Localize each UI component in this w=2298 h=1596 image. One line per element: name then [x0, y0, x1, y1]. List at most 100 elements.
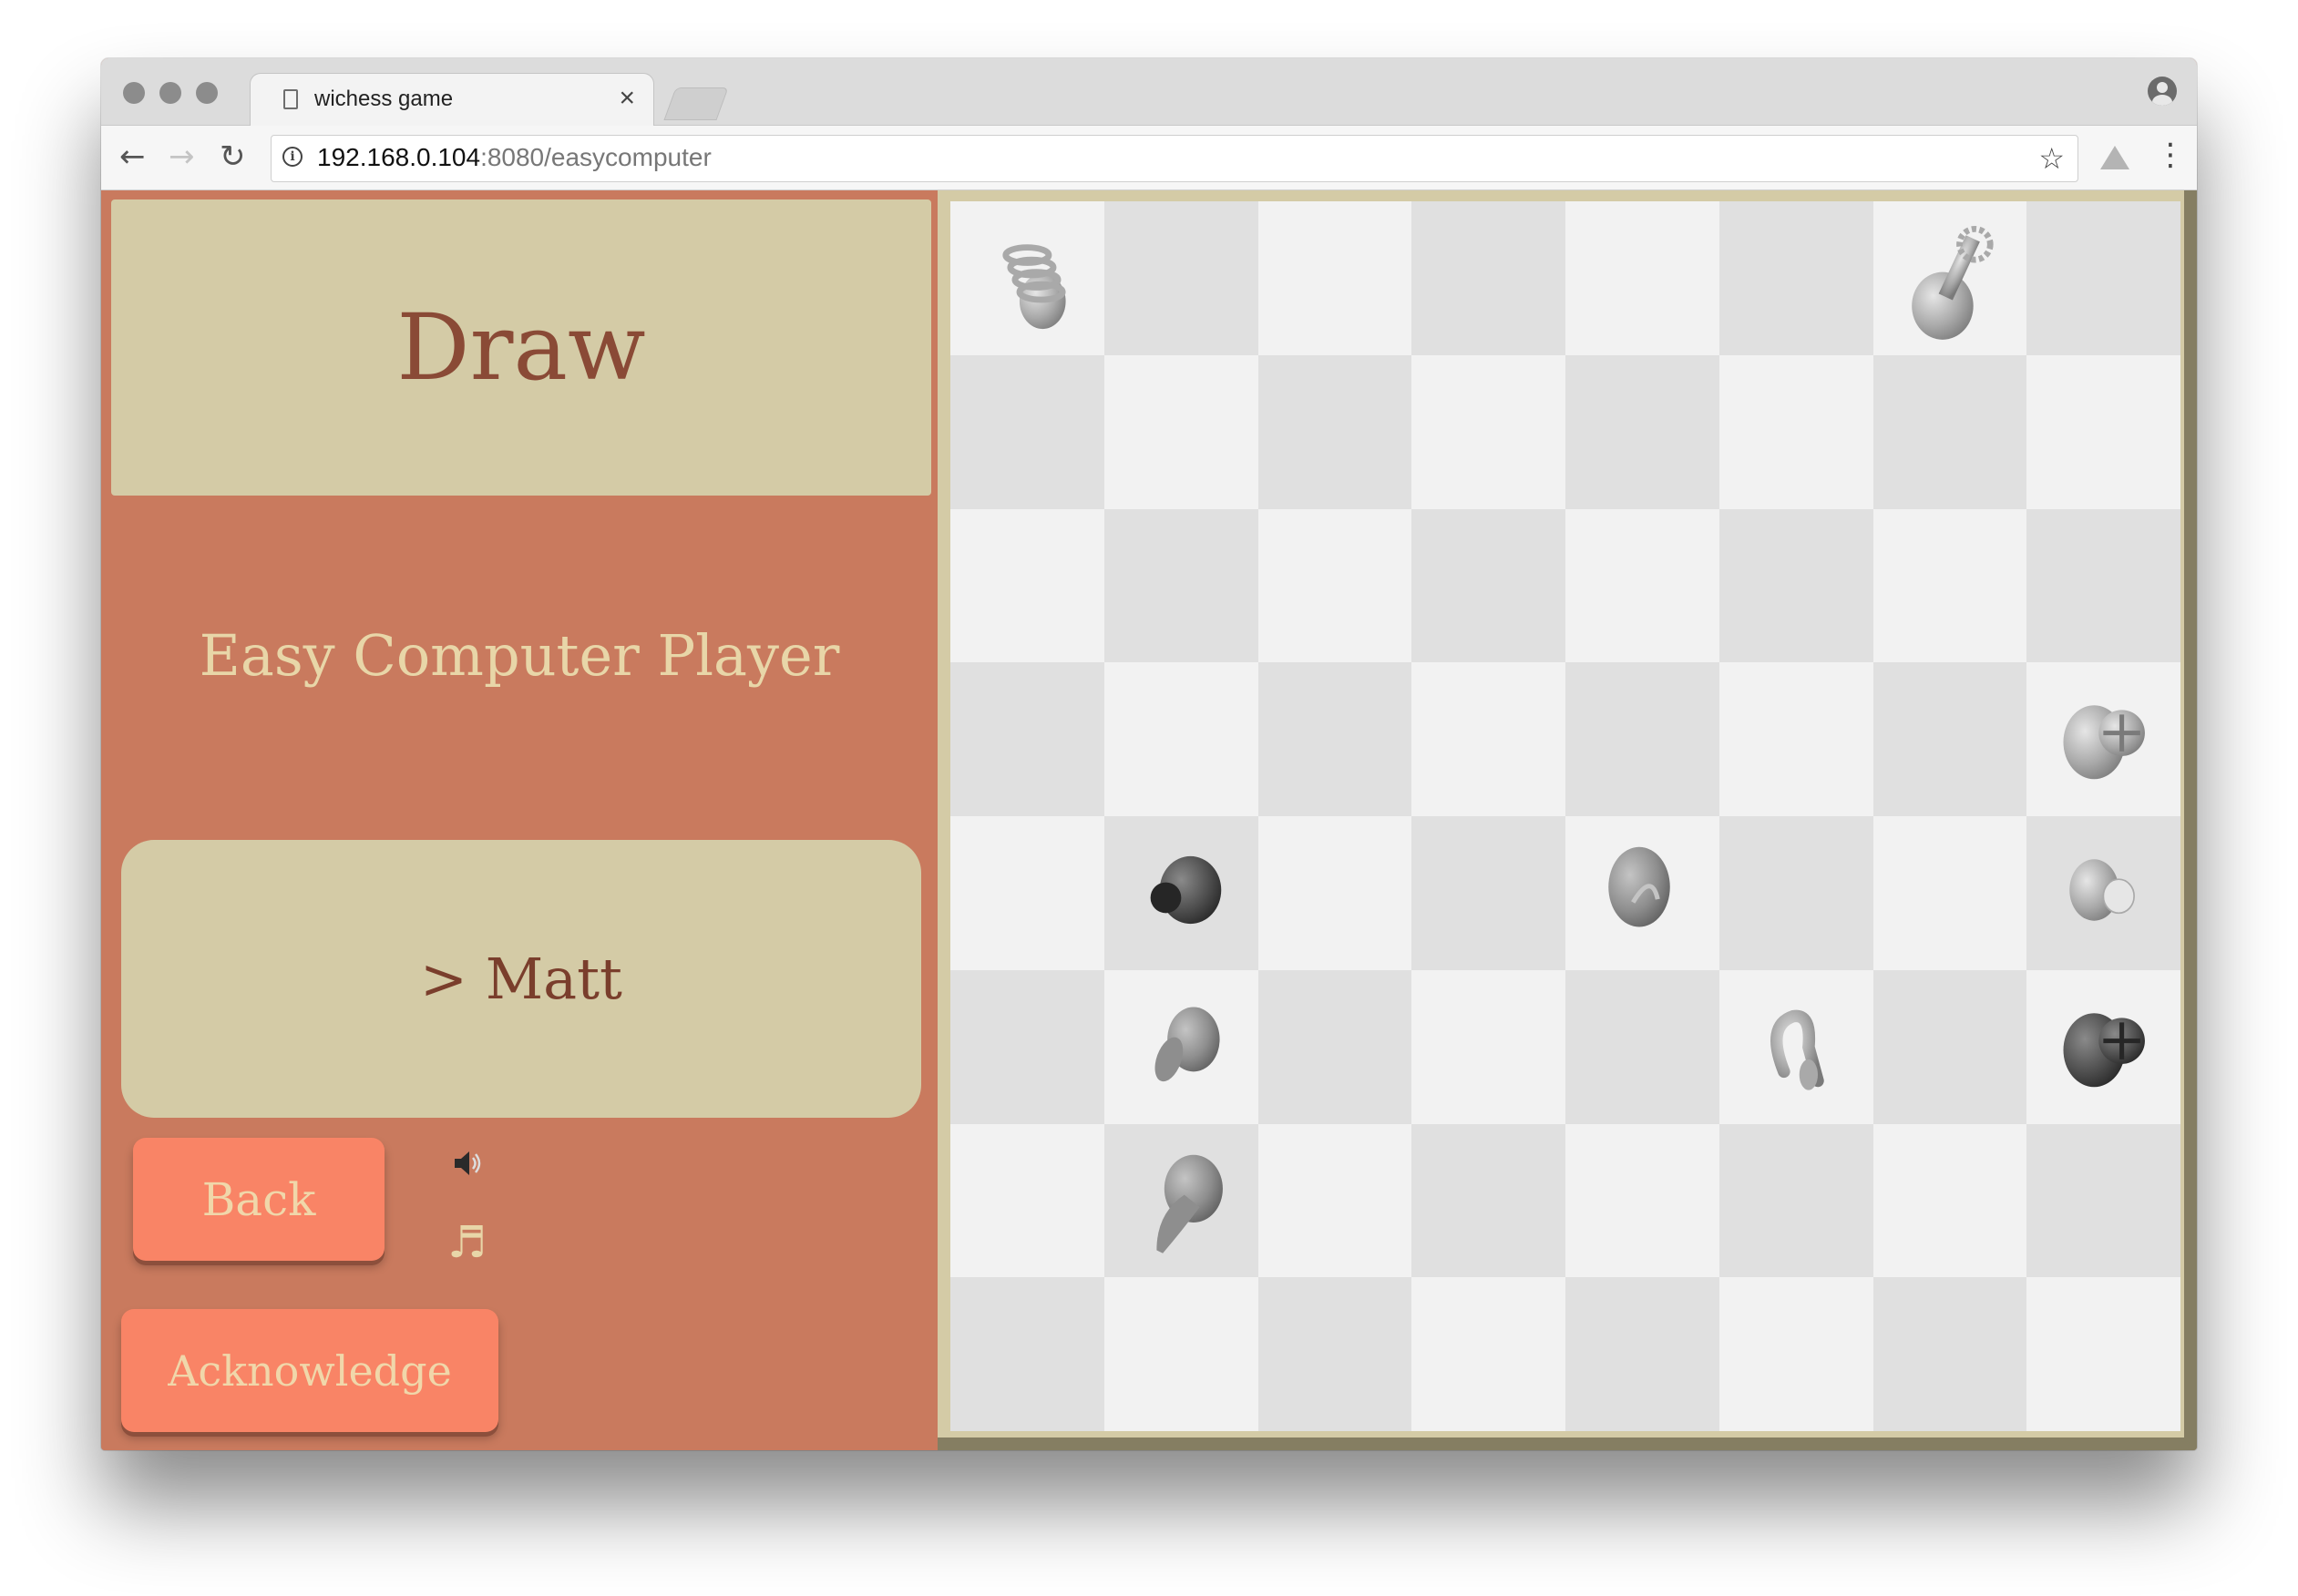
chess-piece-spring[interactable]: [950, 201, 1104, 355]
board-square[interactable]: [1565, 201, 1719, 355]
address-bar[interactable]: i 192.168.0.104:8080/easycomputer ☆: [271, 135, 2078, 182]
browser-toolbar: ← → ↻ i 192.168.0.104:8080/easycomputer …: [101, 126, 2197, 190]
board-square[interactable]: [2026, 201, 2180, 355]
board-square[interactable]: [1103, 354, 1258, 509]
board-square[interactable]: [1411, 662, 1565, 816]
board-square[interactable]: [950, 1277, 1104, 1431]
acknowledge-button[interactable]: Acknowledge: [121, 1309, 498, 1432]
board-square[interactable]: [950, 201, 1104, 355]
drive-extension-icon[interactable]: [2100, 146, 2129, 169]
new-tab-button[interactable]: [663, 87, 729, 120]
board-square[interactable]: [1103, 1123, 1258, 1278]
browser-menu-icon[interactable]: ⋮: [2155, 137, 2186, 173]
zoom-window-button[interactable]: [196, 82, 218, 104]
board-square[interactable]: [2026, 969, 2180, 1124]
board-square[interactable]: [1872, 1123, 2027, 1278]
board-square[interactable]: [1411, 201, 1565, 355]
back-arrow-icon[interactable]: ←: [119, 138, 146, 175]
board-square[interactable]: [1718, 508, 1873, 663]
board-square[interactable]: [2026, 662, 2180, 816]
board-square[interactable]: [1411, 1277, 1565, 1431]
chess-piece-knob[interactable]: [1104, 816, 1258, 970]
chess-piece-drill[interactable]: [1873, 201, 2027, 355]
board-square[interactable]: [1565, 354, 1719, 509]
forward-arrow-icon[interactable]: →: [169, 138, 195, 175]
chess-piece-cross-head[interactable]: [2026, 662, 2180, 816]
board-square[interactable]: [1257, 969, 1412, 1124]
board-square[interactable]: [1718, 354, 1873, 509]
board-square[interactable]: [1872, 508, 2027, 663]
board-square[interactable]: [1718, 662, 1873, 816]
close-window-button[interactable]: [123, 82, 145, 104]
board-square[interactable]: [1103, 508, 1258, 663]
board-square[interactable]: [1103, 1277, 1258, 1431]
board-square[interactable]: [2026, 816, 2180, 970]
board-square[interactable]: [1411, 816, 1565, 970]
board-square[interactable]: [1257, 662, 1412, 816]
chess-piece-cone[interactable]: [1104, 1124, 1258, 1278]
board-square[interactable]: [1257, 508, 1412, 663]
board-square[interactable]: [1718, 201, 1873, 355]
reload-icon[interactable]: ↻: [220, 138, 246, 175]
game-info-panel: Draw Easy Computer Player > Matt Back ♬ …: [101, 190, 938, 1450]
board-square[interactable]: [2026, 508, 2180, 663]
board-square[interactable]: [1565, 508, 1719, 663]
board-square[interactable]: [1565, 816, 1719, 970]
chess-board[interactable]: [950, 201, 2180, 1431]
board-square[interactable]: [1103, 662, 1258, 816]
board-square[interactable]: [1257, 201, 1412, 355]
board-square[interactable]: [1411, 1123, 1565, 1278]
board-square[interactable]: [1718, 969, 1873, 1124]
board-square[interactable]: [1718, 1123, 1873, 1278]
board-square[interactable]: [1872, 816, 2027, 970]
game-status-text: Draw: [396, 294, 646, 401]
board-square[interactable]: [1565, 662, 1719, 816]
board-square[interactable]: [950, 662, 1104, 816]
board-square[interactable]: [2026, 1123, 2180, 1278]
board-square[interactable]: [1103, 816, 1258, 970]
profile-icon[interactable]: [2148, 77, 2177, 106]
board-square[interactable]: [1565, 1277, 1719, 1431]
board-square[interactable]: [1103, 969, 1258, 1124]
board-square[interactable]: [1872, 1277, 2027, 1431]
board-square[interactable]: [1718, 1277, 1873, 1431]
board-square[interactable]: [1411, 354, 1565, 509]
board-square[interactable]: [1257, 1277, 1412, 1431]
back-button[interactable]: Back: [133, 1138, 385, 1261]
player-name: > Matt: [420, 946, 622, 1012]
chess-piece-disc[interactable]: [1565, 816, 1719, 970]
board-square[interactable]: [950, 354, 1104, 509]
board-square[interactable]: [2026, 1277, 2180, 1431]
board-square[interactable]: [1872, 354, 2027, 509]
info-icon[interactable]: i: [282, 147, 303, 167]
board-square[interactable]: [950, 1123, 1104, 1278]
music-icon[interactable]: ♬: [447, 1220, 487, 1265]
board-square[interactable]: [1411, 508, 1565, 663]
board-square[interactable]: [1103, 201, 1258, 355]
browser-tab[interactable]: wichess game ×: [250, 73, 654, 127]
board-square[interactable]: [1257, 1123, 1412, 1278]
board-square[interactable]: [1872, 969, 2027, 1124]
minimize-window-button[interactable]: [159, 82, 181, 104]
board-square[interactable]: [2026, 354, 2180, 509]
speaker-icon[interactable]: [449, 1145, 486, 1182]
board-square[interactable]: [1718, 816, 1873, 970]
board-square[interactable]: [950, 816, 1104, 970]
board-square[interactable]: [1565, 1123, 1719, 1278]
board-frame: [938, 190, 2197, 1450]
board-square[interactable]: [1257, 816, 1412, 970]
board-square[interactable]: [950, 969, 1104, 1124]
url-text[interactable]: 192.168.0.104:8080/easycomputer: [317, 143, 712, 172]
chess-piece-peg[interactable]: [2026, 816, 2180, 970]
board-square[interactable]: [1872, 201, 2027, 355]
chess-piece-mushroom[interactable]: [1104, 970, 1258, 1124]
board-square[interactable]: [1411, 969, 1565, 1124]
close-tab-icon[interactable]: ×: [619, 83, 635, 114]
board-square[interactable]: [1257, 354, 1412, 509]
chess-piece-hook[interactable]: [1719, 970, 1873, 1124]
board-square[interactable]: [1872, 662, 2027, 816]
board-square[interactable]: [1565, 969, 1719, 1124]
chess-piece-cross-head[interactable]: [2026, 970, 2180, 1124]
board-square[interactable]: [950, 508, 1104, 663]
bookmark-star-icon[interactable]: ☆: [2038, 141, 2065, 176]
